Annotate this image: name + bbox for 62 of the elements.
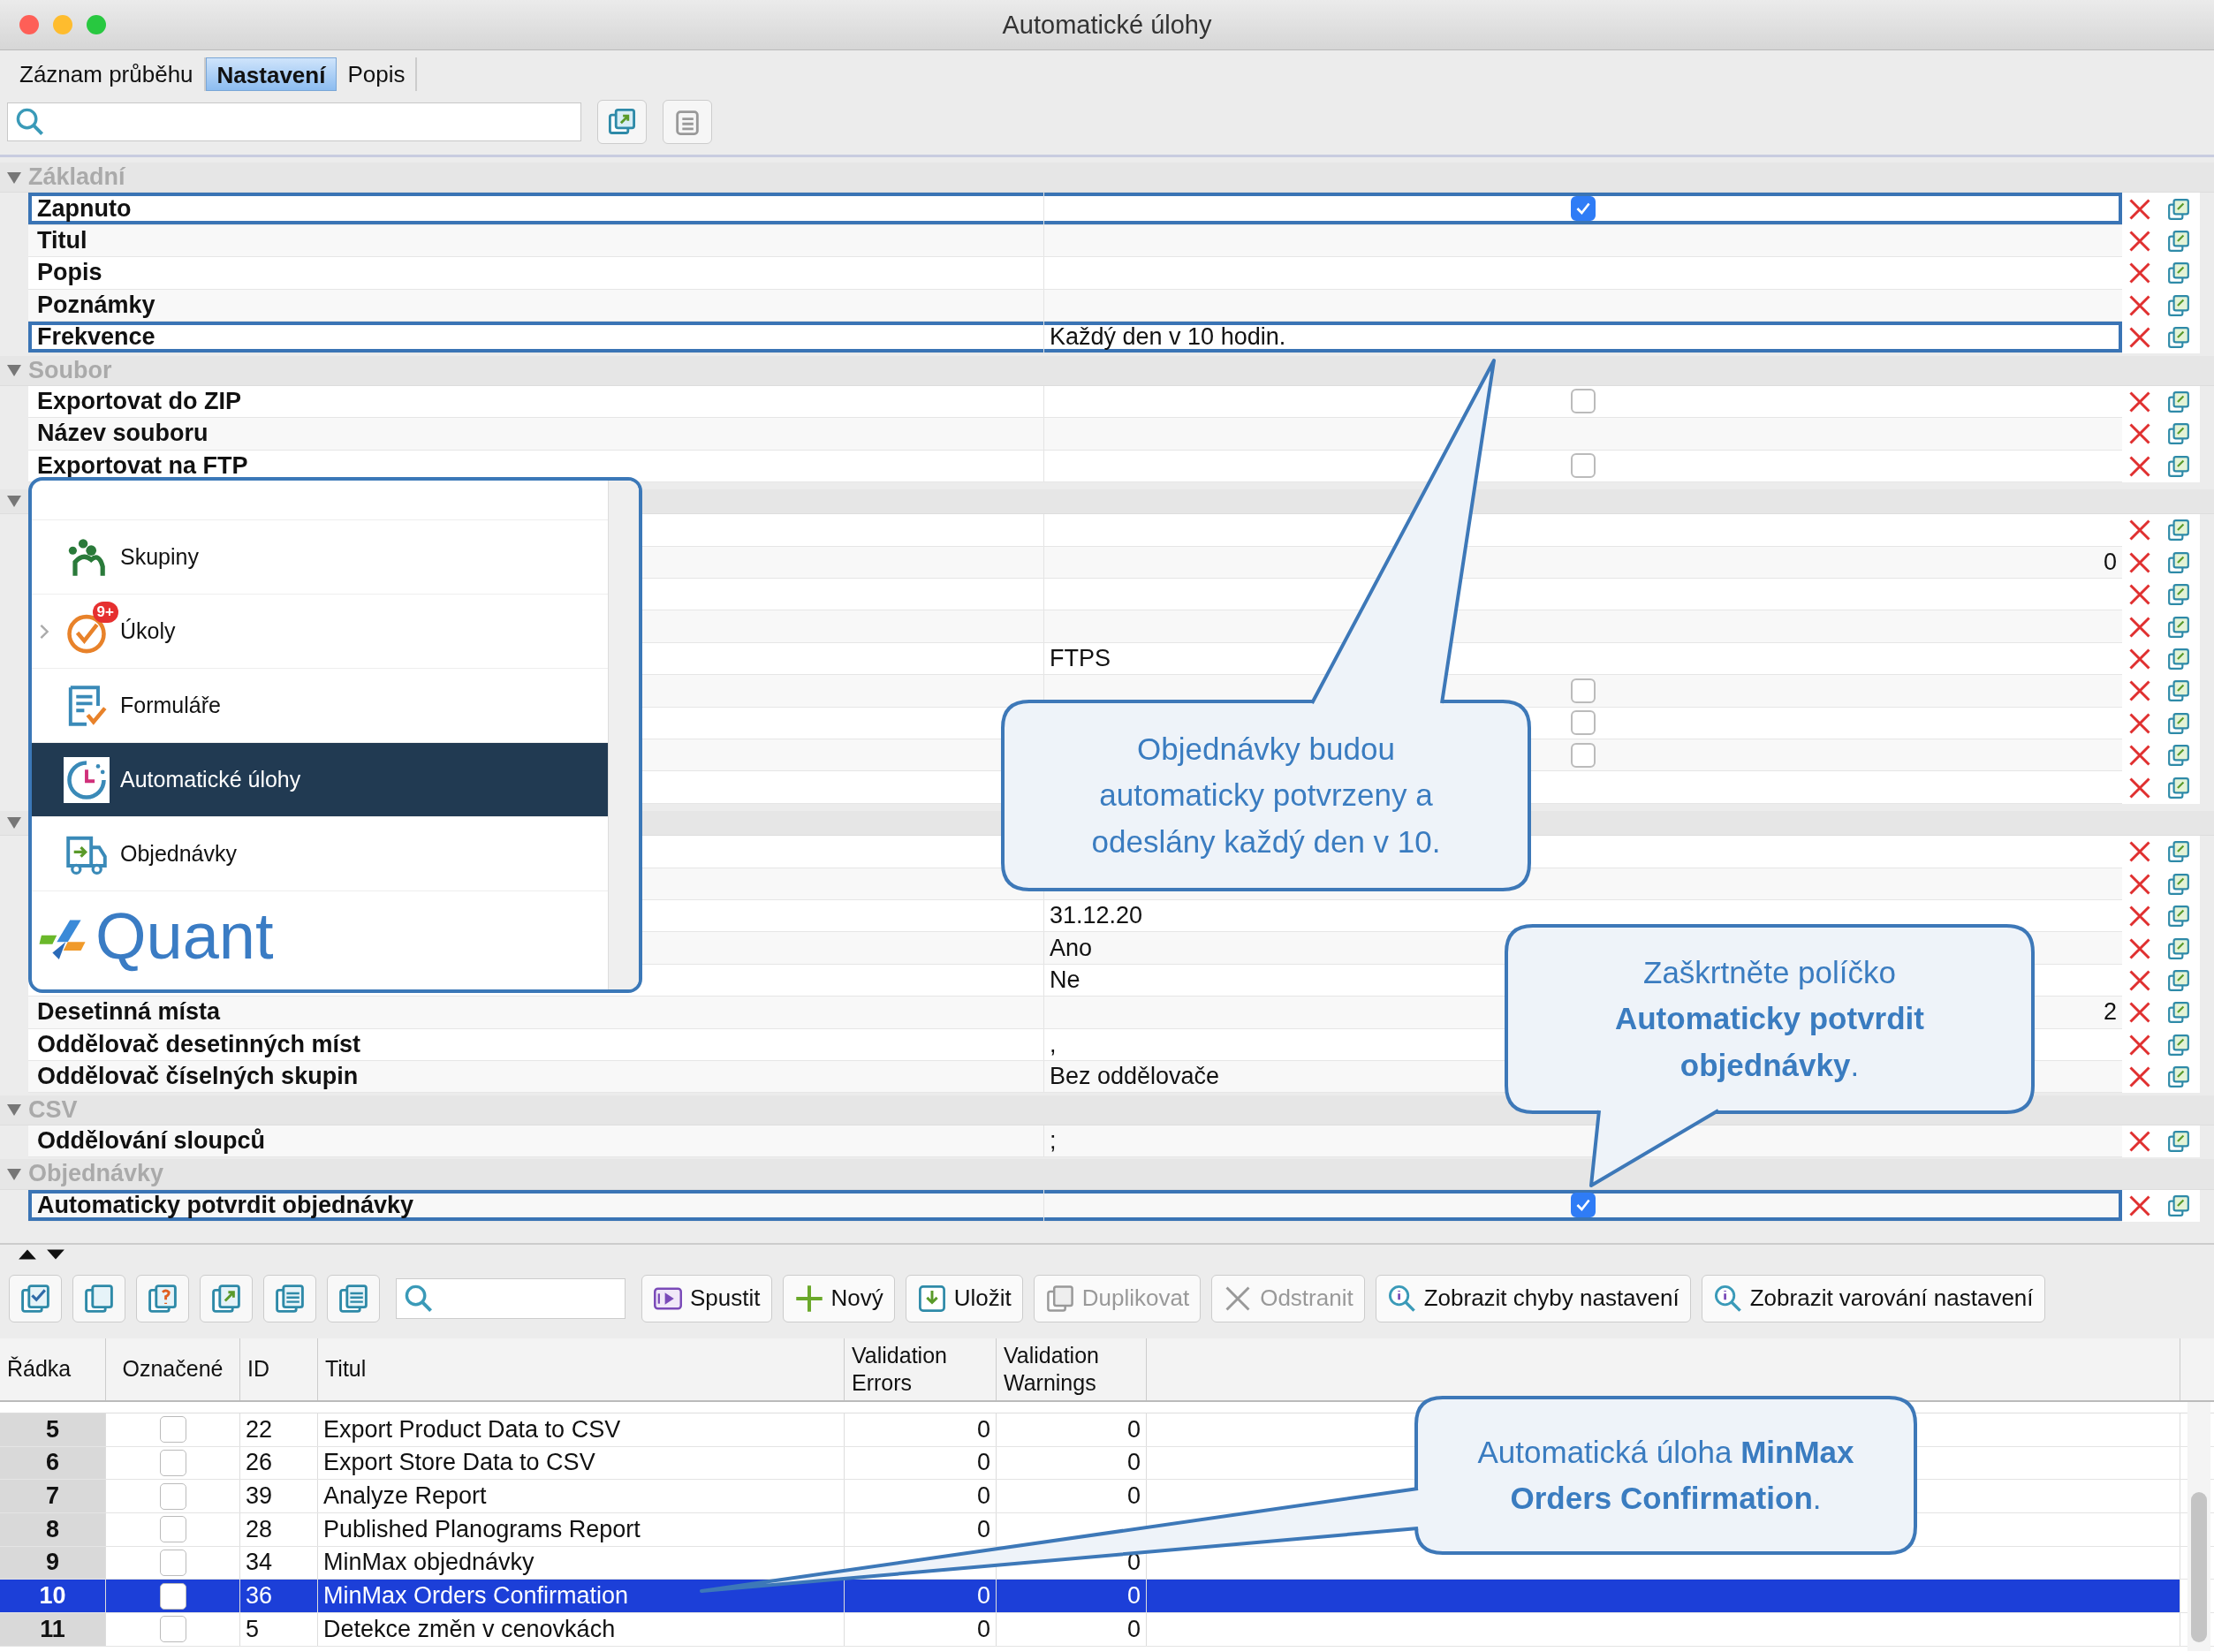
property-label: Oddělovač desetinných míst bbox=[37, 1030, 361, 1058]
table-cell: MinMax objednávky bbox=[323, 1549, 535, 1577]
group-title: CSV bbox=[28, 1095, 78, 1124]
table-cell: Analyze Report bbox=[323, 1482, 487, 1511]
group-title: Soubor bbox=[28, 356, 112, 384]
table-cell: 28 bbox=[246, 1515, 273, 1543]
row-number: 6 bbox=[46, 1449, 59, 1477]
table-cell: 39 bbox=[246, 1482, 273, 1511]
notification-badge: 9+ bbox=[92, 601, 118, 623]
table-cell: 0 bbox=[1126, 1449, 1141, 1477]
row-number: 7 bbox=[46, 1482, 59, 1511]
property-label: Oddělování sloupců bbox=[37, 1126, 266, 1155]
property-label: Exportovat do ZIP bbox=[37, 387, 242, 415]
row-number: 9 bbox=[46, 1549, 59, 1577]
property-value: Bez oddělovače bbox=[1050, 1063, 1220, 1091]
table-cell: 0 bbox=[976, 1482, 990, 1511]
property-value: ; bbox=[1050, 1126, 1057, 1155]
property-label: Exportovat na FTP bbox=[37, 451, 248, 480]
table-cell: 0 bbox=[976, 1615, 990, 1643]
property-label: Automaticky potvrdit objednávky bbox=[37, 1191, 414, 1219]
group-title: Objednávky bbox=[28, 1160, 164, 1188]
window-title: Automatické úlohy bbox=[1002, 10, 1212, 40]
table-cell: MinMax Orders Confirmation bbox=[323, 1582, 629, 1610]
property-value: 31.12.20 bbox=[1050, 902, 1143, 930]
property-value: FTPS bbox=[1050, 645, 1111, 673]
table-cell: 0 bbox=[976, 1582, 990, 1610]
table-cell: 0 bbox=[1126, 1582, 1141, 1610]
table-cell: 5 bbox=[246, 1615, 260, 1643]
callout-text: Objednávky budou automaticky potvrzeny a odeslány každý den v 10. bbox=[1090, 730, 1442, 860]
table-cell: Export Store Data to CSV bbox=[323, 1449, 595, 1477]
property-label: Titul bbox=[37, 226, 87, 254]
table-cell: 0 bbox=[976, 1449, 990, 1477]
property-label: Název souboru bbox=[37, 420, 209, 448]
property-value: 2 bbox=[2103, 998, 2117, 1027]
property-value: 0 bbox=[2103, 548, 2117, 576]
table-cell: 22 bbox=[246, 1415, 273, 1444]
table-cell: Export Product Data to CSV bbox=[323, 1415, 621, 1444]
row-number: 5 bbox=[46, 1415, 59, 1444]
group-title: Základní bbox=[28, 163, 125, 192]
property-label: Desetinná místa bbox=[37, 998, 221, 1027]
table-cell: 0 bbox=[976, 1515, 990, 1543]
table-cell: 36 bbox=[246, 1582, 273, 1610]
table-cell: 26 bbox=[246, 1449, 273, 1477]
table-cell: 34 bbox=[246, 1549, 273, 1577]
property-label: Zapnuto bbox=[37, 194, 132, 223]
property-value: Ne bbox=[1050, 966, 1080, 994]
table-cell: 0 bbox=[976, 1415, 990, 1444]
table-cell: Published Planograms Report bbox=[323, 1515, 641, 1543]
table-cell: 0 bbox=[1126, 1615, 1141, 1643]
property-value: Ano bbox=[1050, 934, 1093, 962]
row-number: 11 bbox=[40, 1615, 65, 1643]
table-cell: Detekce změn v cenovkách bbox=[323, 1615, 616, 1643]
property-label: Popis bbox=[37, 259, 102, 287]
table-cell: 0 bbox=[1126, 1482, 1141, 1511]
row-number: 8 bbox=[46, 1515, 59, 1543]
row-number: 10 bbox=[39, 1582, 66, 1610]
property-value: , bbox=[1050, 1030, 1057, 1058]
property-label: Poznámky bbox=[37, 291, 155, 319]
table-cell: 0 bbox=[1126, 1415, 1141, 1444]
property-value: Každý den v 10 hodin. bbox=[1050, 323, 1286, 352]
property-label: Frekvence bbox=[37, 323, 155, 352]
property-label: Oddělovač číselných skupin bbox=[37, 1063, 359, 1091]
